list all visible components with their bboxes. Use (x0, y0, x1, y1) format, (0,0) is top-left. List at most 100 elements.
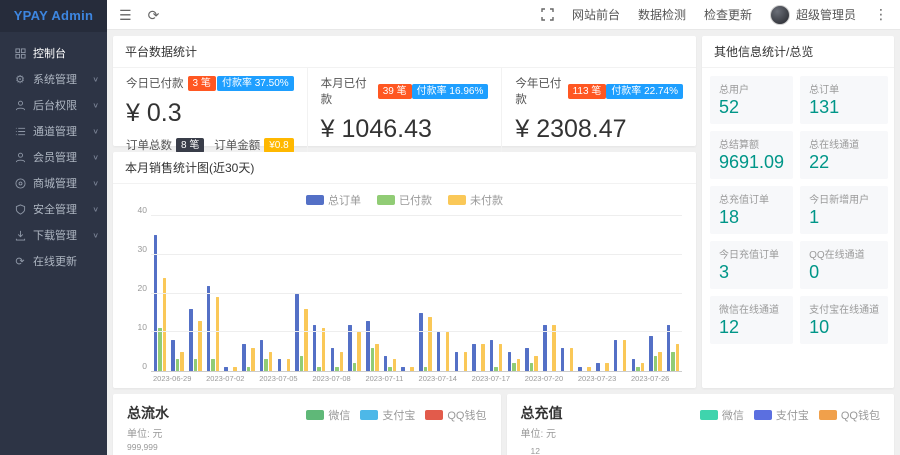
info-stat-label: 微信在线通道 (719, 301, 784, 316)
bar (428, 317, 432, 371)
sidebar-item-label: 系统管理 (33, 71, 92, 87)
legend-item[interactable]: QQ钱包 (819, 407, 880, 423)
sidebar-item-3[interactable]: 通道管理∨ (0, 118, 107, 144)
bar (371, 348, 375, 371)
sidebar-item-7[interactable]: 下载管理∨ (0, 222, 107, 248)
bar-plot: 2023-06-292023-07-022023-07-052023-07-08… (151, 216, 682, 372)
hamburger-menu-icon[interactable]: ☰ (119, 8, 132, 22)
bar (410, 367, 414, 371)
gear-icon: ⚙ (13, 73, 27, 85)
legend-item[interactable]: QQ钱包 (425, 407, 486, 423)
legend-label: 微信 (722, 407, 744, 423)
info-stat-value: 22 (809, 152, 879, 173)
x-tick-label: 2023-07-05 (259, 371, 297, 383)
legend-label: 未付款 (470, 192, 503, 208)
bar (242, 344, 246, 371)
bar (525, 348, 529, 371)
legend-item[interactable]: 支付宝 (754, 407, 809, 423)
info-stat-value: 18 (719, 207, 784, 228)
bar (596, 363, 600, 371)
x-tick-label: 2023-07-20 (525, 371, 563, 383)
sidebar-item-8[interactable]: ⟳在线更新 (0, 248, 107, 274)
navbar-left: ☰ ⟳ (119, 8, 159, 22)
bar-group (434, 216, 452, 371)
bar (561, 348, 565, 371)
bar (481, 344, 485, 371)
sidebar-item-6[interactable]: 安全管理∨ (0, 196, 107, 222)
bar (366, 321, 370, 371)
sidebar: YPAY Admin 控制台⚙系统管理∨后台权限∨通道管理∨会员管理∨商城管理∨… (0, 0, 107, 455)
info-stat-value: 12 (719, 317, 784, 338)
refresh-icon[interactable]: ⟳ (148, 8, 160, 22)
legend-item[interactable]: 未付款 (448, 192, 503, 208)
sidebar-item-5[interactable]: 商城管理∨ (0, 170, 107, 196)
chevron-down-icon: ∨ (92, 101, 99, 110)
bar-group: 2023-07-17 (470, 216, 488, 371)
legend-swatch (425, 410, 443, 420)
info-stat-label: 今日充值订单 (719, 246, 784, 261)
bar (269, 352, 273, 371)
bar (357, 332, 361, 371)
bar (207, 286, 211, 371)
legend-item[interactable]: 已付款 (377, 192, 432, 208)
bar-group: 2023-07-08 (310, 216, 328, 371)
user-icon (13, 99, 27, 111)
info-stat-label: 今日新增用户 (809, 191, 879, 206)
user-menu[interactable]: 超级管理员 (770, 5, 856, 25)
bar-group (275, 216, 293, 371)
legend-label: QQ钱包 (447, 407, 486, 423)
bar (472, 344, 476, 371)
legend-label: 支付宝 (382, 407, 415, 423)
bar-group: 2023-07-23 (576, 216, 594, 371)
nav-link-check-update[interactable]: 检查更新 (704, 6, 752, 23)
fullscreen-icon[interactable] (541, 8, 554, 21)
chevron-down-icon: ∨ (92, 127, 99, 136)
stat-label: 今日已付款 (126, 75, 184, 91)
info-stat-label: QQ在线通道 (809, 246, 879, 261)
sidebar-item-2[interactable]: 后台权限∨ (0, 92, 107, 118)
platform-stats-title: 平台数据统计 (113, 36, 696, 68)
info-stat-box-2: 总结算额9691.09 (710, 131, 793, 179)
info-stat-value: 0 (809, 262, 879, 283)
info-stat-label: 总用户 (719, 81, 784, 96)
stat-label: 今年已付款 (515, 75, 563, 107)
dashboard-icon (13, 47, 27, 59)
sidebar-item-label: 商城管理 (33, 175, 92, 191)
bar (216, 297, 220, 371)
more-options-icon[interactable]: ⋮ (874, 6, 888, 23)
bar (623, 340, 627, 371)
bar-group: 2023-07-05 (257, 216, 275, 371)
bar (224, 367, 228, 371)
legend-swatch (360, 410, 378, 420)
sidebar-item-4[interactable]: 会员管理∨ (0, 144, 107, 170)
bar (530, 363, 534, 371)
legend-swatch (306, 410, 324, 420)
bar-group (399, 216, 417, 371)
bar (189, 309, 193, 371)
bar (295, 294, 299, 372)
x-tick-label: 2023-07-02 (206, 371, 244, 383)
sidebar-item-0[interactable]: 控制台 (0, 40, 107, 66)
legend-item[interactable]: 微信 (306, 407, 350, 423)
nav-link-site-front[interactable]: 网站前台 (572, 6, 620, 23)
total-recharge-plot: 12 10.3 (521, 442, 881, 455)
orders-label: 订单总数 (126, 137, 172, 153)
nav-link-data-check[interactable]: 数据检测 (638, 6, 686, 23)
top-navbar: ☰ ⟳ 网站前台 数据检测 检查更新 超级管理员 ⋮ (107, 0, 900, 30)
bar (654, 356, 658, 372)
bar (605, 363, 609, 371)
bar-group (222, 216, 240, 371)
sidebar-item-label: 后台权限 (33, 97, 92, 113)
info-stat-box-6: 今日充值订单3 (710, 241, 793, 289)
update-icon: ⟳ (13, 255, 27, 267)
y-tick-label: 30 (138, 244, 147, 254)
legend-item[interactable]: 支付宝 (360, 407, 415, 423)
legend-item[interactable]: 微信 (700, 407, 744, 423)
stat-label: 本月已付款 (321, 75, 374, 107)
app-root: YPAY Admin 控制台⚙系统管理∨后台权限∨通道管理∨会员管理∨商城管理∨… (0, 0, 900, 455)
y-tick-label: 0 (142, 361, 147, 371)
bar (251, 348, 255, 371)
orders-badge: 8 笔 (176, 138, 204, 153)
legend-item[interactable]: 总订单 (306, 192, 361, 208)
sidebar-item-1[interactable]: ⚙系统管理∨ (0, 66, 107, 92)
